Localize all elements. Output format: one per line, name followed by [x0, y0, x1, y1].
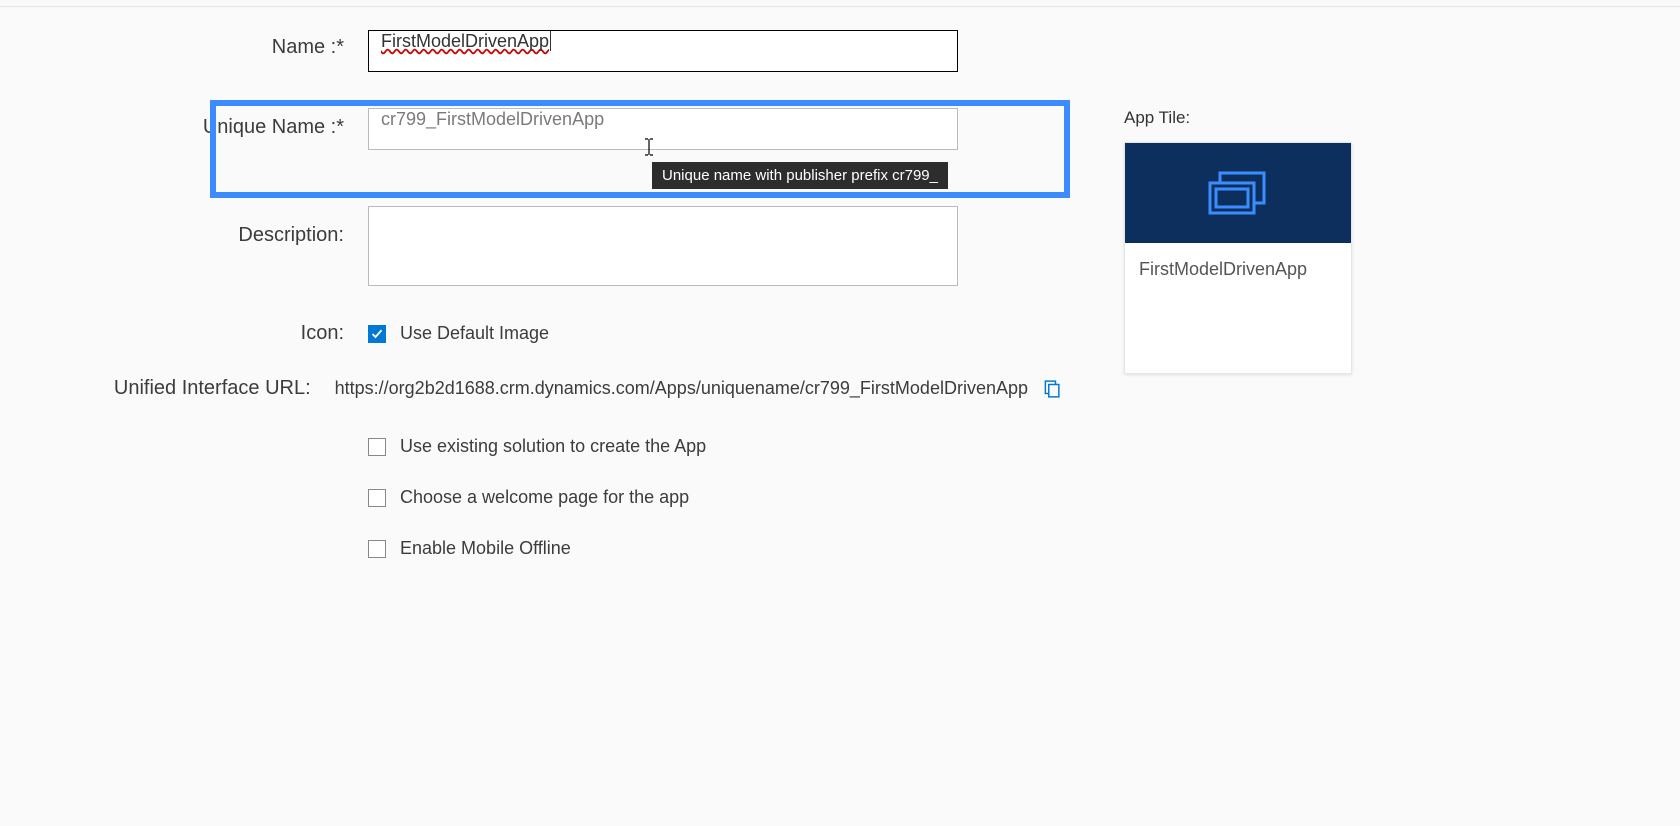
choose-welcome-page-label: Choose a welcome page for the app [400, 487, 689, 508]
row-name: Name :* FirstModelDrivenApp [0, 30, 1100, 72]
app-tile-title: FirstModelDrivenApp [1125, 243, 1351, 296]
use-existing-solution-checkbox[interactable] [368, 438, 386, 456]
unique-name-input[interactable]: cr799_FirstModelDrivenApp [368, 108, 958, 150]
checkmark-icon [371, 328, 383, 340]
name-input-value: FirstModelDrivenApp [381, 31, 549, 51]
unified-url-value: https://org2b2d1688.crm.dynamics.com/App… [335, 378, 1028, 399]
use-default-image-label: Use Default Image [400, 323, 549, 344]
enable-mobile-offline-checkbox[interactable] [368, 540, 386, 558]
app-tile-section-label: App Tile: [1124, 108, 1352, 128]
name-label: Name :* [0, 30, 368, 59]
unique-name-tooltip: Unique name with publisher prefix cr799_ [652, 162, 948, 189]
row-unified-url: Unified Interface URL: https://org2b2d16… [0, 377, 1100, 400]
top-divider [0, 6, 1680, 7]
copy-url-icon[interactable] [1042, 380, 1060, 398]
name-input[interactable]: FirstModelDrivenApp [368, 30, 958, 72]
row-unique-name: Unique Name :* cr799_FirstModelDrivenApp [0, 108, 1100, 150]
choose-welcome-page-checkbox[interactable] [368, 489, 386, 507]
app-designer-form: Name :* FirstModelDrivenApp Unique Name … [0, 30, 1100, 589]
app-tile-section: App Tile: FirstModelDrivenApp [1124, 108, 1352, 374]
use-default-image-checkbox[interactable] [368, 325, 386, 343]
app-tile-card: FirstModelDrivenApp [1124, 142, 1352, 374]
use-existing-solution-label: Use existing solution to create the App [400, 436, 706, 457]
enable-mobile-offline-label: Enable Mobile Offline [400, 538, 571, 559]
text-caret [549, 31, 551, 51]
row-options: Use existing solution to create the App … [0, 436, 1100, 589]
icon-label: Icon: [0, 322, 368, 345]
app-tile-icon [1206, 171, 1270, 215]
description-textarea[interactable] [368, 206, 958, 286]
row-icon: Icon: Use Default Image [0, 322, 1100, 345]
unified-url-label: Unified Interface URL: [0, 377, 335, 400]
row-description: Description: [0, 206, 1100, 286]
app-tile-header [1125, 143, 1351, 243]
unique-name-input-value: cr799_FirstModelDrivenApp [381, 109, 604, 129]
unique-name-label: Unique Name :* [0, 108, 368, 139]
description-label: Description: [0, 206, 368, 247]
